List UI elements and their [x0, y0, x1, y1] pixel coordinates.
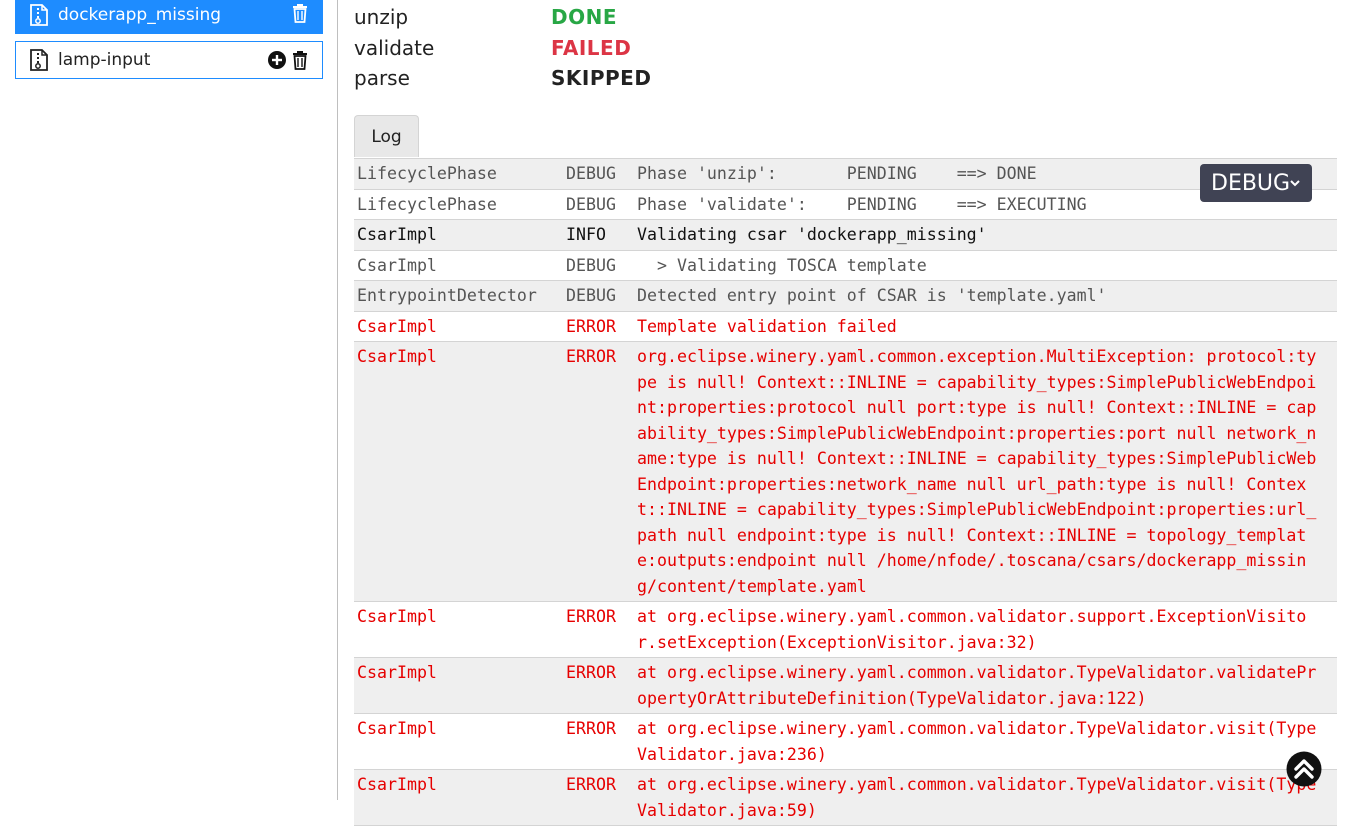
log-source: LifecyclePhase [357, 194, 497, 214]
file-archive-icon [30, 4, 48, 26]
trash-icon[interactable] [290, 50, 310, 70]
log-source: CsarImpl [357, 663, 437, 682]
trash-icon[interactable] [290, 3, 310, 23]
phase-name: parse [354, 66, 410, 90]
log-source: LifecyclePhase [357, 164, 497, 183]
log-row: CsarImpl INFO Validating csar 'dockerapp_m… [354, 220, 1337, 251]
log-level: ERROR [566, 719, 616, 738]
log-message: org.eclipse.winery.yaml.common.exception… [637, 347, 1317, 596]
log-row: CsarImpl DEBUG > Validating TOSCA templat… [354, 250, 1337, 281]
log-source: CsarImpl [357, 316, 437, 336]
log-level: DEBUG [566, 286, 616, 305]
log-source: CsarImpl [357, 607, 437, 626]
log-message: > Validating TOSCA template [637, 255, 927, 275]
csar-item-dockerapp-missing[interactable]: dockerapp_missing [15, 0, 323, 34]
add-circle-icon[interactable] [267, 50, 287, 70]
log-level: DEBUG [566, 194, 616, 214]
log-row: CsarImpl ERROR at org.eclipse.winery.yaml.… [354, 714, 1337, 770]
log-source: CsarImpl [357, 225, 437, 244]
log-row: CsarImpl ERROR Template validation failed [354, 311, 1337, 342]
phase-status: SKIPPED [551, 66, 652, 90]
log-level-value: DEBUG [1211, 170, 1291, 196]
log-level: INFO [566, 225, 606, 244]
csar-sidebar: dockerapp_missing lamp-input [0, 0, 338, 800]
log-source: CsarImpl [357, 347, 437, 366]
log-message: at org.eclipse.winery.yaml.common.valida… [637, 607, 1307, 652]
log-level: ERROR [566, 607, 616, 626]
log-row: LifecyclePhase DEBUG Phase 'unzip': PENDIN… [354, 159, 1337, 190]
log-source: CsarImpl [357, 255, 437, 275]
log-level: DEBUG [566, 255, 616, 275]
tab-log[interactable]: Log [354, 115, 419, 157]
log-row: EntrypointDetector DEBUG Detected entry po… [354, 281, 1337, 312]
log-row: CsarImpl ERROR org.eclipse.winery.yaml.com… [354, 342, 1337, 602]
log-source: EntrypointDetector [357, 286, 537, 305]
log-row: CsarImpl ERROR at org.eclipse.winery.yaml.… [354, 770, 1337, 826]
log-level-select[interactable]: DEBUG [1200, 164, 1312, 202]
log-row: CsarImpl ERROR at org.eclipse.winery.yaml.… [354, 658, 1337, 714]
log-row: LifecyclePhase DEBUG Phase 'validate': PEN… [354, 189, 1337, 220]
scroll-to-top-icon[interactable] [1286, 751, 1322, 787]
log-row: CsarImpl ERROR at org.eclipse.winery.yaml.… [354, 602, 1337, 658]
log-message: Validating csar 'dockerapp_missing' [637, 225, 987, 244]
log-message: at org.eclipse.winery.yaml.common.valida… [637, 663, 1317, 708]
csar-item-lamp-input[interactable]: lamp-input [15, 41, 323, 79]
log-source: CsarImpl [357, 775, 437, 794]
log-level: DEBUG [566, 164, 616, 183]
csar-item-label: dockerapp_missing [58, 5, 222, 25]
phase-status: FAILED [551, 36, 632, 60]
log-message: Template validation failed [637, 316, 897, 336]
phase-name: unzip [354, 5, 409, 29]
log-level: ERROR [566, 316, 616, 336]
chevron-down-icon [1290, 180, 1300, 187]
log-table: LifecyclePhase DEBUG Phase 'unzip': PENDIN… [354, 158, 1337, 826]
log-message: at org.eclipse.winery.yaml.common.valida… [637, 719, 1317, 764]
log-level: ERROR [566, 347, 616, 366]
log-message: Detected entry point of CSAR is 'templat… [637, 286, 1107, 305]
log-level: ERROR [566, 663, 616, 682]
log-level: ERROR [566, 775, 616, 794]
csar-detail-panel: unzip DONE validate FAILED parse SKIPPED… [339, 0, 1352, 826]
csar-item-label: lamp-input [58, 50, 151, 70]
phase-name: validate [354, 36, 435, 60]
phase-status: DONE [551, 5, 618, 29]
file-archive-icon [30, 49, 48, 71]
log-source: CsarImpl [357, 719, 437, 738]
log-message: at org.eclipse.winery.yaml.common.valida… [637, 775, 1317, 820]
